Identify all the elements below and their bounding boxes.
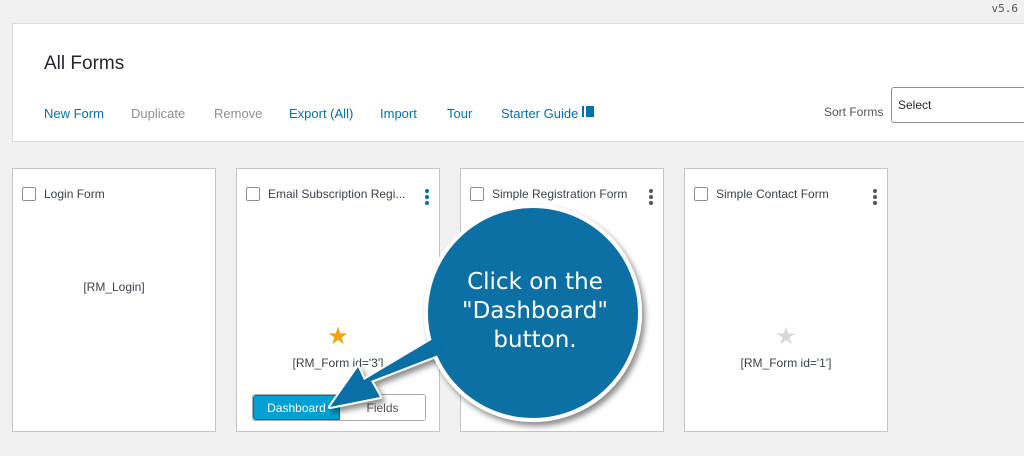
more-options-icon[interactable] [425,189,429,207]
select-checkbox[interactable] [22,187,36,201]
page-title: All Forms [44,53,125,74]
callout-text: Click on the "Dashboard" button. [440,268,630,355]
form-card-login[interactable]: Login Form [RM_Login] [12,168,216,432]
star-icon[interactable]: ★ [685,325,887,349]
export-link[interactable]: Export (All) [289,106,353,121]
card-title: Email Subscription Regi... [268,187,406,201]
card-title: Simple Contact Form [716,187,829,201]
callout-line: "Dashboard" [462,298,608,324]
dashboard-button[interactable]: Dashboard [253,395,340,420]
card-header: Simple Contact Form [694,187,829,201]
card-shortcode: [RM_Login] [83,280,145,294]
starter-guide-label: Starter Guide [501,106,579,121]
plugin-version: v5.6 [991,2,1019,15]
remove-link[interactable]: Remove [214,106,262,121]
more-options-icon[interactable] [649,189,653,207]
select-checkbox[interactable] [246,187,260,201]
select-checkbox[interactable] [470,187,484,201]
star-icon[interactable]: ★ [237,325,439,349]
form-card-email-subscription[interactable]: Email Subscription Regi... ★ [RM_Form id… [236,168,440,432]
callout-line: button. [493,327,577,353]
sort-forms-label: Sort Forms [824,105,884,119]
select-checkbox[interactable] [694,187,708,201]
tour-link[interactable]: Tour [447,106,472,121]
callout-line: Click on the [467,269,603,295]
card-shortcode: [RM_Form id='1'] [740,356,832,370]
card-header: Email Subscription Regi... [246,187,405,201]
new-form-link[interactable]: New Form [44,106,104,121]
card-shortcode: [RM_Form id='3'] [292,356,384,370]
card-button-group: Dashboard Fields [252,394,426,421]
fields-button[interactable]: Fields [340,395,425,420]
sort-forms-select[interactable]: Select [891,87,1024,123]
card-header: Login Form [22,187,105,201]
card-title: Login Form [44,187,105,201]
form-card-simple-contact[interactable]: Simple Contact Form ★ [RM_Form id='1'] [684,168,888,432]
duplicate-link[interactable]: Duplicate [131,106,185,121]
book-icon [582,106,595,117]
card-title: Simple Registration Form [492,187,628,201]
more-options-icon[interactable] [873,189,877,207]
card-header: Simple Registration Form [470,187,627,201]
import-link[interactable]: Import [380,106,417,121]
forms-header-panel: All Forms New Form Duplicate Remove Expo… [12,23,1024,142]
starter-guide-link[interactable]: Starter Guide [501,106,595,121]
